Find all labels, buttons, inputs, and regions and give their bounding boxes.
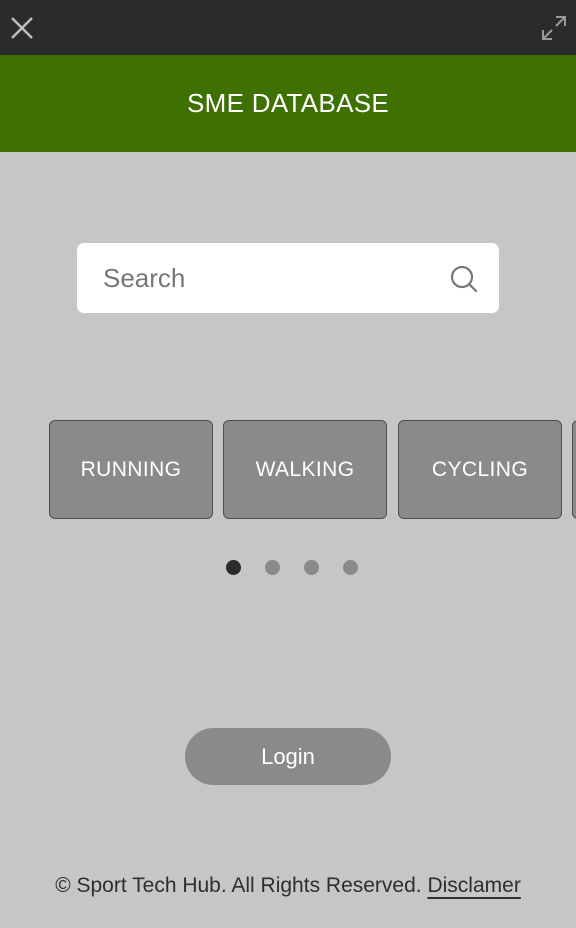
carousel-pagination xyxy=(0,560,576,576)
category-tile-label: CYCLING xyxy=(431,457,529,481)
search-input[interactable] xyxy=(103,243,433,313)
close-button[interactable] xyxy=(4,10,40,46)
category-tile-walking[interactable]: WALKING xyxy=(223,420,387,519)
expand-icon xyxy=(542,16,566,40)
close-icon xyxy=(11,17,33,39)
search-icon[interactable] xyxy=(449,264,479,294)
login-button[interactable]: Login xyxy=(185,728,391,785)
carousel-dot-4[interactable] xyxy=(343,560,358,575)
footer: © Sport Tech Hub. All Rights Reserved. D… xyxy=(0,874,576,898)
category-tile-partial[interactable] xyxy=(572,420,576,519)
login-button-label: Login xyxy=(261,743,315,769)
carousel-dot-1[interactable] xyxy=(226,560,241,575)
page-title: SME DATABASE xyxy=(186,88,389,118)
carousel-dot-2[interactable] xyxy=(265,560,280,575)
category-tile-label: RUNNING xyxy=(80,457,182,481)
app-window: SME DATABASE RUNNING WALKING CYCLING Log… xyxy=(0,0,576,928)
category-tile-running[interactable]: RUNNING xyxy=(49,420,213,519)
category-tile-label: WALKING xyxy=(255,457,355,481)
window-topbar xyxy=(0,0,576,55)
page-header: SME DATABASE xyxy=(0,55,576,152)
copyright-text: © Sport Tech Hub. All Rights Reserved. xyxy=(55,874,422,897)
carousel-dot-3[interactable] xyxy=(304,560,319,575)
disclaimer-link[interactable]: Disclamer xyxy=(427,874,520,897)
expand-button[interactable] xyxy=(536,10,572,46)
category-tile-cycling[interactable]: CYCLING xyxy=(398,420,562,519)
search-box[interactable] xyxy=(77,243,499,313)
